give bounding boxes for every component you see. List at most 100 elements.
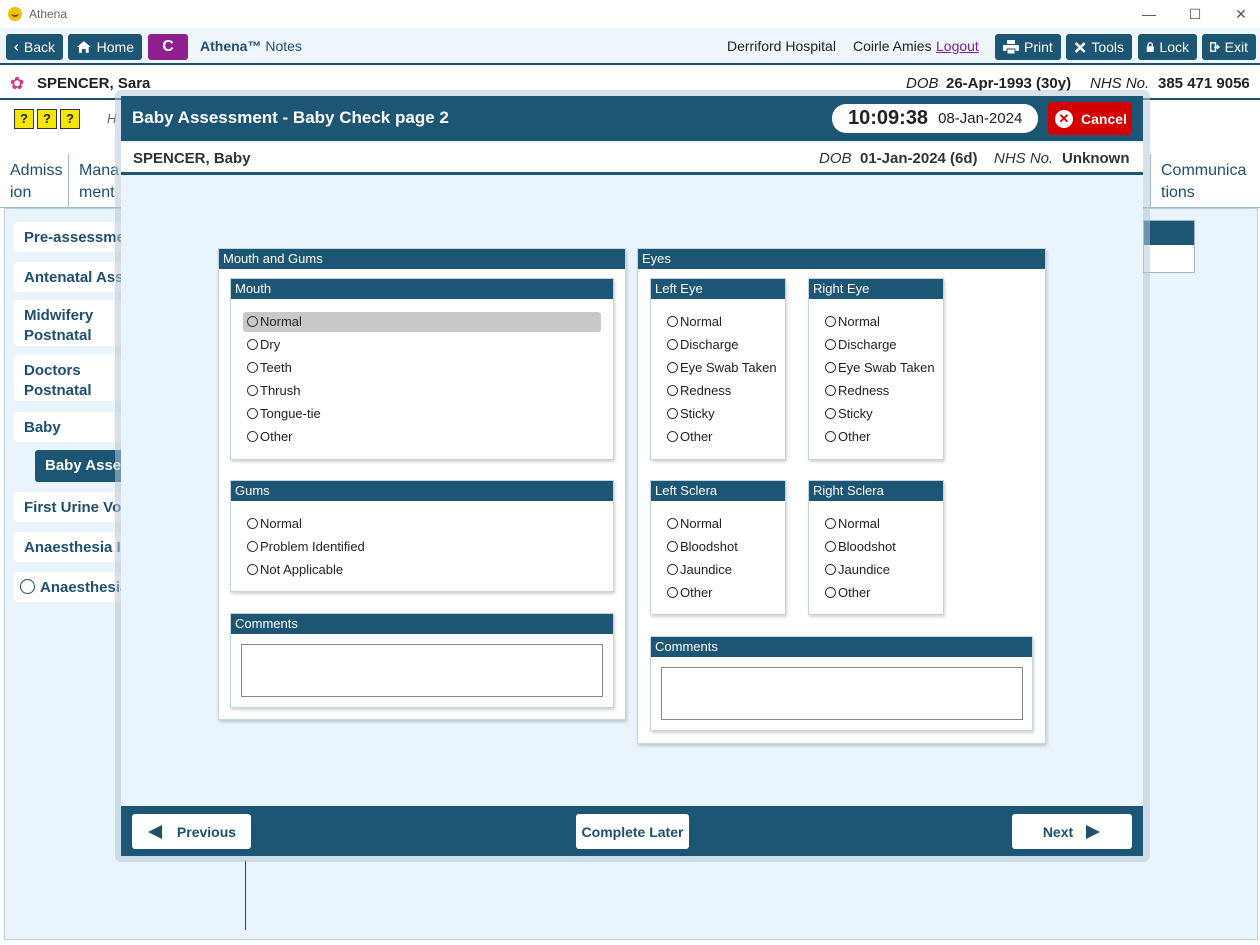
left-eye-option-sticky[interactable]: Sticky — [663, 404, 783, 424]
option-label: Other — [260, 429, 293, 444]
radio-icon — [667, 564, 678, 575]
mouth-comments-group: Comments — [230, 613, 614, 708]
option-label: Normal — [838, 314, 880, 329]
option-label: Not Applicable — [260, 562, 344, 577]
option-label: Eye Swab Taken — [680, 360, 777, 375]
mouth-option-tongue-tie[interactable]: Tongue-tie — [243, 404, 601, 424]
right-sclera-option-jaundice[interactable]: Jaundice — [821, 560, 941, 580]
print-button[interactable]: Print — [995, 34, 1061, 60]
radio-icon — [247, 564, 258, 575]
next-button[interactable]: Next — [1012, 814, 1132, 849]
option-label: Discharge — [680, 337, 739, 352]
gums-option-problem-identified[interactable]: Problem Identified — [243, 537, 601, 557]
gums-option-not-applicable[interactable]: Not Applicable — [243, 560, 601, 580]
hospital-name: Derriford Hospital — [727, 38, 836, 54]
right-eye-option-normal[interactable]: Normal — [821, 312, 941, 332]
left-eye-option-discharge[interactable]: Discharge — [663, 335, 783, 355]
right-sclera-option-bloodshot[interactable]: Bloodshot — [821, 537, 941, 557]
right-eye-option-discharge[interactable]: Discharge — [821, 335, 941, 355]
tools-button[interactable]: Tools — [1066, 34, 1132, 60]
option-label: Redness — [680, 383, 732, 398]
exit-door-icon — [1210, 42, 1220, 52]
group-title: Comments — [231, 614, 613, 634]
radio-icon — [667, 316, 678, 327]
alert-question-icon[interactable]: ? — [60, 109, 80, 129]
modal-title: Baby Assessment - Baby Check page 2 — [132, 108, 449, 127]
gums-option-normal[interactable]: Normal — [243, 514, 601, 534]
mouth-comments-textarea[interactable] — [241, 644, 603, 697]
radio-icon — [825, 339, 836, 350]
left-eye-option-eye-swab-taken[interactable]: Eye Swab Taken — [663, 358, 783, 378]
left-eye-option-normal[interactable]: Normal — [663, 312, 783, 332]
option-label: Normal — [260, 516, 302, 531]
baby-nhs-label: NHS No. — [994, 150, 1054, 167]
tab-communications[interactable]: Communica tions — [1150, 154, 1260, 208]
right-eye-option-redness[interactable]: Redness — [821, 381, 941, 401]
minimize-icon[interactable]: — — [1126, 2, 1172, 26]
mouth-group: Mouth Normal Dry Teeth Thrush Tongue-tie Othe… — [230, 278, 614, 460]
option-label: Other — [838, 585, 871, 600]
radio-icon — [667, 518, 678, 529]
window-title-bar: Athena — ☐ ✕ — [0, 0, 1260, 28]
radio-icon — [247, 431, 258, 442]
right-eye-option-eye-swab-taken[interactable]: Eye Swab Taken — [821, 358, 941, 378]
right-eye-option-other[interactable]: Other — [821, 427, 941, 447]
app-name: Athena™ Notes — [200, 38, 302, 54]
home-label: Home — [96, 39, 134, 55]
radio-icon — [667, 408, 678, 419]
cancel-label: Cancel — [1081, 110, 1127, 127]
left-eye-option-other[interactable]: Other — [663, 427, 783, 447]
printer-icon — [1003, 40, 1019, 54]
clock-date: 08-Jan-2024 — [938, 110, 1023, 127]
back-button[interactable]: Back — [6, 34, 63, 60]
exit-button[interactable]: Exit — [1202, 34, 1256, 60]
cancel-button[interactable]: ✕ Cancel — [1048, 102, 1132, 135]
clinical-c-button[interactable]: C — [148, 34, 188, 60]
mouth-option-thrush[interactable]: Thrush — [243, 381, 601, 401]
alert-question-icon[interactable]: ? — [37, 109, 57, 129]
radio-icon — [667, 362, 678, 373]
option-label: Sticky — [680, 406, 715, 421]
group-title: Right Eye — [809, 279, 943, 299]
close-window-icon[interactable]: ✕ — [1218, 2, 1260, 26]
radio-icon — [825, 408, 836, 419]
left-sclera-option-jaundice[interactable]: Jaundice — [663, 560, 783, 580]
right-sclera-option-normal[interactable]: Normal — [821, 514, 941, 534]
divider — [245, 860, 246, 930]
complete-later-button[interactable]: Complete Later — [576, 814, 689, 849]
wrench-icon — [1074, 41, 1086, 53]
right-sclera-option-other[interactable]: Other — [821, 583, 941, 603]
eyes-comments-textarea[interactable] — [661, 667, 1023, 720]
chevron-left-icon — [14, 43, 19, 51]
alert-notes-icon[interactable]: ? — [14, 109, 34, 129]
mouth-option-normal[interactable]: Normal — [243, 312, 601, 332]
mouth-option-other[interactable]: Other — [243, 427, 601, 447]
option-label: Discharge — [838, 337, 897, 352]
baby-dob-label: DOB — [819, 150, 852, 167]
option-label: Problem Identified — [260, 539, 365, 554]
previous-button[interactable]: Previous — [132, 814, 251, 849]
tab-admission[interactable]: Admiss ion — [0, 154, 69, 208]
group-title: Right Sclera — [809, 481, 943, 501]
left-sclera-option-bloodshot[interactable]: Bloodshot — [663, 537, 783, 557]
mouth-option-dry[interactable]: Dry — [243, 335, 601, 355]
group-title: Left Sclera — [651, 481, 785, 501]
left-sclera-option-other[interactable]: Other — [663, 583, 783, 603]
app-brand: Athena™ — [200, 38, 262, 54]
logout-link[interactable]: Logout — [936, 38, 979, 54]
radio-icon — [667, 587, 678, 598]
lock-button[interactable]: Lock — [1138, 34, 1197, 60]
radio-icon — [825, 587, 836, 598]
close-icon: ✕ — [1055, 109, 1073, 128]
radio-icon — [825, 362, 836, 373]
right-eye-option-sticky[interactable]: Sticky — [821, 404, 941, 424]
lock-label: Lock — [1159, 39, 1189, 55]
maximize-icon[interactable]: ☐ — [1172, 2, 1218, 26]
tools-label: Tools — [1091, 39, 1124, 55]
mouth-option-teeth[interactable]: Teeth — [243, 358, 601, 378]
left-sclera-option-normal[interactable]: Normal — [663, 514, 783, 534]
section-title: Eyes — [638, 249, 1045, 269]
home-button[interactable]: Home — [68, 34, 142, 60]
back-label: Back — [23, 39, 55, 55]
left-eye-option-redness[interactable]: Redness — [663, 381, 783, 401]
